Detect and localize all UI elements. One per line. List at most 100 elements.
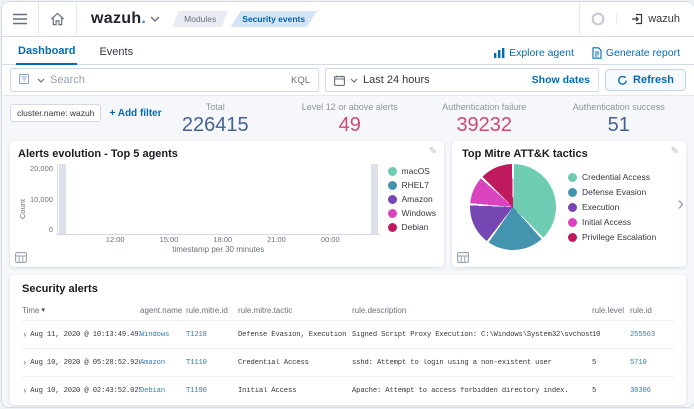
legend-item[interactable]: Initial Access <box>568 217 656 227</box>
stat-total: Total 226415 <box>148 102 283 137</box>
column-header-rule-mitre-id[interactable]: rule.mitre.id <box>186 306 238 315</box>
user-name: wazuh <box>648 13 680 25</box>
column-header-rule-level[interactable]: rule.level <box>592 306 630 315</box>
stat-level-12: Level 12 or above alerts 49 <box>283 102 418 137</box>
filter-pill-cluster-name[interactable]: cluster.name: wazuh <box>10 104 101 122</box>
chevron-right-icon[interactable]: › <box>677 194 684 214</box>
cell-link[interactable]: T1218 <box>186 331 238 339</box>
cell-link[interactable]: 255563 <box>630 331 674 339</box>
legend-item[interactable]: Credential Access <box>568 172 656 182</box>
edit-pencil-icon[interactable]: ✎ <box>429 146 437 157</box>
query-language-switcher[interactable]: KQL <box>291 75 310 86</box>
legend-item[interactable]: Amazon <box>388 194 436 204</box>
cell-value: 5 <box>592 387 630 395</box>
module-tabs-bar: Dashboard Events Explore agent Generate … <box>2 37 694 65</box>
dashboard-body: cluster.name: wazuh + Add filter Total 2… <box>2 96 694 408</box>
show-dates-button[interactable]: Show dates <box>532 74 590 86</box>
legend-label: Windows <box>402 208 436 218</box>
inspect-table-icon[interactable] <box>15 252 27 263</box>
cell-link[interactable]: Debian <box>140 387 186 395</box>
legend-item[interactable]: RHEL7 <box>388 180 436 190</box>
legend-item[interactable]: Debian <box>388 222 436 232</box>
security-alerts-table: Time▾agent.namerule.mitre.idrule.mitre.t… <box>22 300 674 404</box>
legend-item[interactable]: macOS <box>388 166 436 176</box>
legend-item[interactable]: Defense Evasion <box>568 187 656 197</box>
y-tick: 0 <box>49 225 53 234</box>
edit-pencil-icon[interactable]: ✎ <box>671 146 679 157</box>
status-indicator-button[interactable] <box>579 2 616 36</box>
refresh-button[interactable]: Refresh <box>605 69 686 91</box>
cell-value: ›Aug 10, 2020 @ 05:28:52.926 <box>22 358 140 368</box>
legend-dot-icon <box>388 181 397 190</box>
y-tick: 20,000 <box>30 164 53 173</box>
cell-value: Apache: Attempt to access forbidden dire… <box>352 387 592 395</box>
mitre-tactics-pie-chart[interactable] <box>470 164 556 250</box>
legend-dot-icon <box>568 203 577 212</box>
legend-label: Credential Access <box>582 172 650 182</box>
logo-text: wazuh <box>91 10 141 27</box>
sort-desc-icon: ▾ <box>41 306 45 314</box>
refresh-label: Refresh <box>633 74 674 86</box>
explore-agent-button[interactable]: Explore agent <box>494 47 574 59</box>
legend-dot-icon <box>388 195 397 204</box>
cell-link[interactable]: 30306 <box>630 387 674 395</box>
home-button[interactable] <box>39 2 77 36</box>
stacked-bars[interactable] <box>57 164 380 235</box>
chevron-down-icon <box>150 16 160 22</box>
search-input[interactable]: Search KQL <box>10 68 319 92</box>
breadcrumb-security-events[interactable]: Security events <box>230 11 317 27</box>
home-icon <box>50 12 65 26</box>
legend-dot-icon <box>388 209 397 218</box>
cell-link[interactable]: T1190 <box>186 387 238 395</box>
column-header-rule-id[interactable]: rule.id <box>630 306 674 315</box>
expand-row-icon[interactable]: › <box>22 358 27 368</box>
logout-icon <box>631 13 643 25</box>
date-picker[interactable]: Last 24 hours Show dates <box>325 68 599 92</box>
legend-dot-icon <box>568 188 577 197</box>
column-header-agent-name[interactable]: agent.name <box>140 306 186 315</box>
tab-dashboard[interactable]: Dashboard <box>16 40 77 65</box>
breadcrumb: Modules Security events <box>172 11 317 27</box>
cell-value: 10 <box>592 331 630 339</box>
table-row: ›Aug 10, 2020 @ 02:43:52.025DebianT1190I… <box>22 376 674 404</box>
alerts-evolution-chart[interactable]: Count 20,000 10,000 0 12:0015:0018:0021:… <box>18 164 436 254</box>
status-circle-icon <box>591 12 605 26</box>
inspect-table-icon[interactable] <box>457 252 469 263</box>
legend-dot-icon <box>388 167 397 176</box>
y-axis-ticks: 20,000 10,000 0 <box>27 164 57 234</box>
stat-value: 51 <box>552 114 687 137</box>
legend-item[interactable]: Execution <box>568 202 656 212</box>
legend-label: Amazon <box>402 194 433 204</box>
chart-legend: macOS RHEL7 Amazon Windows Debian <box>380 164 436 254</box>
refresh-icon <box>617 75 628 86</box>
y-axis-title: Count <box>18 199 27 219</box>
search-placeholder: Search <box>50 74 286 86</box>
column-header-time[interactable]: Time▾ <box>22 306 140 315</box>
tab-events[interactable]: Events <box>97 41 135 64</box>
generate-report-label: Generate report <box>606 47 680 59</box>
stat-value: 49 <box>283 114 418 137</box>
query-bar: Search KQL Last 24 hours Show dates Refr… <box>2 65 694 96</box>
expand-row-icon[interactable]: › <box>22 386 27 396</box>
menu-button[interactable] <box>2 2 39 36</box>
cell-link[interactable]: 5710 <box>630 359 674 367</box>
stat-auth-success: Authentication success 51 <box>552 102 687 137</box>
cell-link[interactable]: Amazon <box>140 359 186 367</box>
column-header-rule-description[interactable]: rule.description <box>352 306 592 315</box>
hamburger-icon <box>13 13 27 25</box>
generate-report-button[interactable]: Generate report <box>592 47 680 59</box>
cell-link[interactable]: T1110 <box>186 359 238 367</box>
breadcrumb-modules[interactable]: Modules <box>172 11 228 27</box>
user-menu[interactable]: wazuh <box>616 13 694 25</box>
expand-row-icon[interactable]: › <box>22 330 27 340</box>
document-icon <box>592 47 602 59</box>
app-switcher-chevron[interactable] <box>150 16 160 22</box>
legend-label: RHEL7 <box>402 180 429 190</box>
cell-link[interactable]: Windows <box>140 331 186 339</box>
column-header-rule-mitre-tactic[interactable]: rule.mitre.tactic <box>238 306 352 315</box>
legend-item[interactable]: Privilege Escalation <box>568 232 656 242</box>
x-axis-ticks: 12:0015:0018:0021:0000:00 <box>57 235 380 244</box>
legend-item[interactable]: Windows <box>388 208 436 218</box>
cell-value: Credential Access <box>238 359 352 367</box>
wazuh-logo[interactable]: wazuh. <box>91 10 146 28</box>
